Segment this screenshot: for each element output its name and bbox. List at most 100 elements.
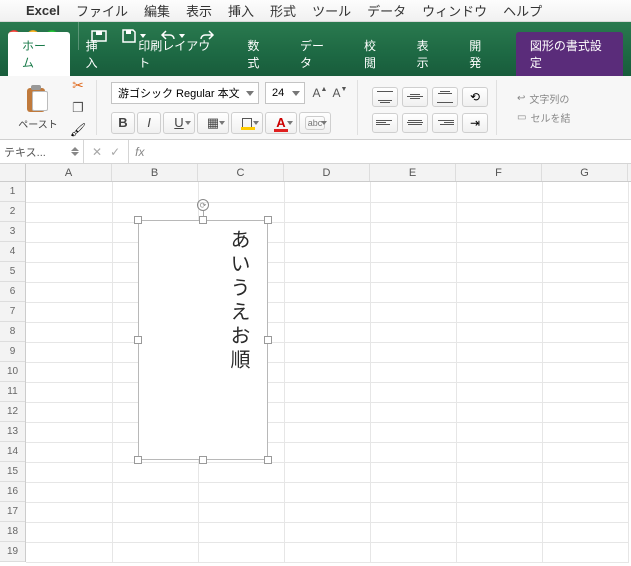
resize-handle-br[interactable] xyxy=(264,456,272,464)
borders-button[interactable] xyxy=(197,112,229,134)
cell[interactable] xyxy=(284,282,370,302)
cell[interactable] xyxy=(456,522,542,542)
resize-handle-r[interactable] xyxy=(264,336,272,344)
cell[interactable] xyxy=(456,182,542,202)
cell[interactable] xyxy=(370,242,456,262)
row-header[interactable]: 13 xyxy=(0,422,25,442)
cell[interactable] xyxy=(542,282,628,302)
cell[interactable] xyxy=(284,242,370,262)
menu-help[interactable]: ヘルプ xyxy=(503,1,542,20)
formula-input[interactable] xyxy=(150,140,631,163)
increase-font-button[interactable]: A▲ xyxy=(311,82,329,104)
font-name-select[interactable]: 游ゴシック Regular 本文 xyxy=(111,82,259,104)
cell[interactable] xyxy=(370,362,456,382)
text-box-shape[interactable]: ⟳ あいうえお順 xyxy=(138,220,268,460)
row-header[interactable]: 10 xyxy=(0,362,25,382)
row-header[interactable]: 11 xyxy=(0,382,25,402)
cell[interactable] xyxy=(284,542,370,562)
tab-data[interactable]: データ xyxy=(286,32,348,76)
cell[interactable] xyxy=(542,202,628,222)
fill-color-button[interactable] xyxy=(231,112,263,134)
col-header[interactable]: D xyxy=(284,164,370,181)
confirm-formula-button[interactable]: ✓ xyxy=(110,145,120,159)
tab-insert[interactable]: 挿入 xyxy=(72,32,123,76)
row-header[interactable]: 7 xyxy=(0,302,25,322)
rotate-handle[interactable]: ⟳ xyxy=(197,199,209,211)
col-header[interactable]: A xyxy=(26,164,112,181)
tab-developer[interactable]: 開発 xyxy=(455,32,506,76)
cell[interactable] xyxy=(26,482,112,502)
tab-shape-format[interactable]: 図形の書式設定 xyxy=(516,32,623,76)
cell[interactable] xyxy=(456,342,542,362)
cell[interactable] xyxy=(26,282,112,302)
cells-area[interactable]: ⟳ あいうえお順 xyxy=(26,182,631,566)
col-header[interactable]: E xyxy=(370,164,456,181)
cell[interactable] xyxy=(284,302,370,322)
menu-format[interactable]: 形式 xyxy=(270,1,296,20)
cell[interactable] xyxy=(456,502,542,522)
select-all-corner[interactable] xyxy=(0,164,26,182)
cut-button[interactable] xyxy=(68,78,88,94)
cell[interactable] xyxy=(370,262,456,282)
align-left-button[interactable] xyxy=(372,113,398,133)
align-center-button[interactable] xyxy=(402,113,428,133)
cell[interactable] xyxy=(542,422,628,442)
cell[interactable] xyxy=(112,182,198,202)
cell[interactable] xyxy=(26,322,112,342)
cell[interactable] xyxy=(456,382,542,402)
merge-cells-button[interactable]: ▭セルを結 xyxy=(517,110,570,125)
menu-data[interactable]: データ xyxy=(367,1,406,20)
cell[interactable] xyxy=(284,502,370,522)
row-header[interactable]: 2 xyxy=(0,202,25,222)
row-header[interactable]: 5 xyxy=(0,262,25,282)
cell[interactable] xyxy=(26,422,112,442)
cell[interactable] xyxy=(284,442,370,462)
cell[interactable] xyxy=(542,322,628,342)
copy-button[interactable] xyxy=(68,100,88,116)
cell[interactable] xyxy=(26,462,112,482)
cell[interactable] xyxy=(370,402,456,422)
cell[interactable] xyxy=(26,402,112,422)
cell[interactable] xyxy=(112,462,198,482)
phonetic-button[interactable]: abc xyxy=(299,112,331,134)
orientation-button[interactable]: ⟲ xyxy=(462,87,488,107)
row-header[interactable]: 9 xyxy=(0,342,25,362)
underline-button[interactable]: U xyxy=(163,112,195,134)
cell[interactable] xyxy=(370,302,456,322)
cell[interactable] xyxy=(456,402,542,422)
cell[interactable] xyxy=(284,202,370,222)
col-header[interactable]: G xyxy=(542,164,628,181)
row-header[interactable]: 14 xyxy=(0,442,25,462)
cell[interactable] xyxy=(542,262,628,282)
menu-tools[interactable]: ツール xyxy=(312,1,351,20)
row-header[interactable]: 15 xyxy=(0,462,25,482)
cell[interactable] xyxy=(284,382,370,402)
cell[interactable] xyxy=(456,542,542,562)
cell[interactable] xyxy=(370,342,456,362)
name-box-stepper[interactable] xyxy=(71,147,79,156)
col-header[interactable]: F xyxy=(456,164,542,181)
bold-button[interactable]: B xyxy=(111,112,135,134)
font-color-button[interactable]: A xyxy=(265,112,297,134)
cell[interactable] xyxy=(26,542,112,562)
cell[interactable] xyxy=(284,362,370,382)
cell[interactable] xyxy=(26,222,112,242)
cell[interactable] xyxy=(542,402,628,422)
cell[interactable] xyxy=(456,322,542,342)
align-bottom-button[interactable] xyxy=(432,87,458,107)
cell[interactable] xyxy=(198,462,284,482)
italic-button[interactable]: I xyxy=(137,112,161,134)
cell[interactable] xyxy=(542,362,628,382)
row-header[interactable]: 18 xyxy=(0,522,25,542)
cell[interactable] xyxy=(112,522,198,542)
cell[interactable] xyxy=(284,522,370,542)
cell[interactable] xyxy=(112,482,198,502)
cell[interactable] xyxy=(370,522,456,542)
cell[interactable] xyxy=(542,522,628,542)
row-header[interactable]: 3 xyxy=(0,222,25,242)
cell[interactable] xyxy=(542,222,628,242)
cell[interactable] xyxy=(370,322,456,342)
cell[interactable] xyxy=(284,342,370,362)
cell[interactable] xyxy=(370,202,456,222)
font-size-select[interactable]: 24 xyxy=(265,82,305,104)
